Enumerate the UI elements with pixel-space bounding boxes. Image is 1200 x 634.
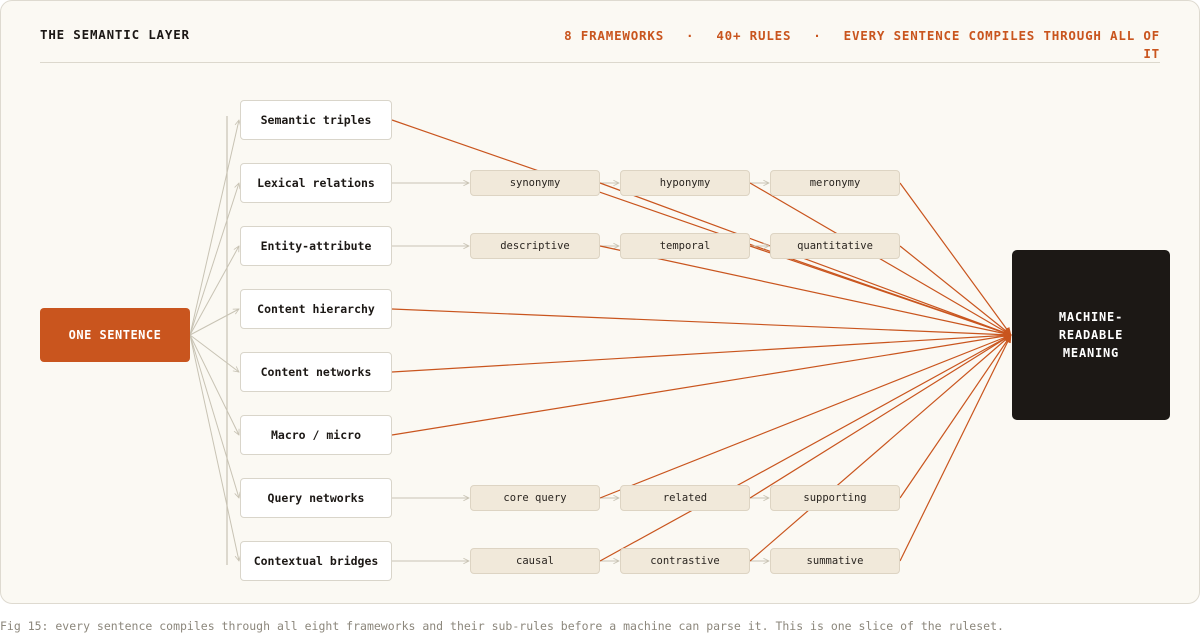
fanout-arrow bbox=[189, 334, 239, 498]
meaning-arrow bbox=[749, 334, 1012, 499]
sub-rule-node: summative bbox=[770, 548, 900, 574]
fanout-arrow bbox=[189, 334, 239, 372]
framework-node: Semantic triples bbox=[240, 100, 392, 140]
framework-node: Content hierarchy bbox=[240, 289, 392, 329]
sub-rule-node: temporal bbox=[620, 233, 750, 259]
meaning-arrow bbox=[899, 334, 1012, 562]
fanout-arrow bbox=[189, 120, 239, 336]
framework-node: Entity-attribute bbox=[240, 226, 392, 266]
framework-node: Lexical relations bbox=[240, 163, 392, 203]
sub-rule-node: hyponymy bbox=[620, 170, 750, 196]
source-sentence-node: ONE SENTENCE bbox=[40, 308, 190, 362]
fanout-arrow bbox=[189, 334, 239, 561]
meaning-arrow bbox=[599, 334, 1012, 499]
meaning-arrow bbox=[391, 308, 1012, 339]
sub-rule-node: descriptive bbox=[470, 233, 600, 259]
sub-rule-node: meronymy bbox=[770, 170, 900, 196]
framework-node: Query networks bbox=[240, 478, 392, 518]
meaning-arrow bbox=[599, 334, 1012, 562]
machine-readable-meaning-node: MACHINE-READABLE MEANING bbox=[1012, 250, 1170, 420]
sub-rule-node: contrastive bbox=[620, 548, 750, 574]
fanout-arrow bbox=[189, 334, 239, 435]
framework-node: Macro / micro bbox=[240, 415, 392, 455]
meaning-arrow bbox=[391, 332, 1012, 373]
sub-rule-node: related bbox=[620, 485, 750, 511]
sub-rule-node: synonymy bbox=[470, 170, 600, 196]
figure-caption: Fig 15: every sentence compiles through … bbox=[0, 619, 1004, 633]
meaning-arrow bbox=[749, 334, 1012, 562]
framework-node: Contextual bridges bbox=[240, 541, 392, 581]
sub-rule-node: quantitative bbox=[770, 233, 900, 259]
sub-rule-node: causal bbox=[470, 548, 600, 574]
sub-rule-node: supporting bbox=[770, 485, 900, 511]
framework-node: Content networks bbox=[240, 352, 392, 392]
sub-rule-node: core query bbox=[470, 485, 600, 511]
meaning-arrow bbox=[391, 332, 1012, 436]
